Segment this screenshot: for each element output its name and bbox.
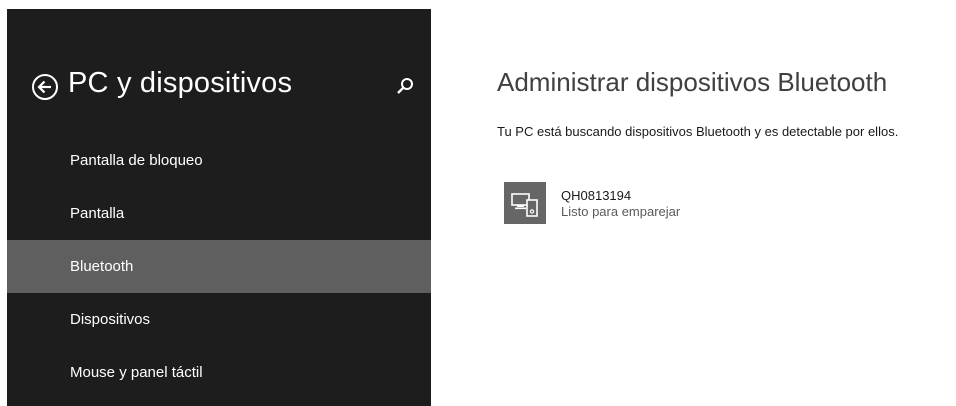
- page-title: Administrar dispositivos Bluetooth: [497, 67, 888, 97]
- back-arrow-circle-icon: [32, 74, 58, 100]
- sidebar-item-mouse-y-panel-tactil[interactable]: Mouse y panel táctil: [7, 346, 431, 399]
- search-button[interactable]: [393, 75, 417, 99]
- main-content: Administrar dispositivos Bluetooth Tu PC…: [497, 0, 956, 406]
- device-text: QH0813194 Listo para emparejar: [561, 182, 680, 220]
- discovery-status-text: Tu PC está buscando dispositivos Bluetoo…: [497, 124, 899, 139]
- device-status: Listo para emparejar: [561, 204, 681, 219]
- sidebar-item-pantalla-de-bloqueo[interactable]: Pantalla de bloqueo: [7, 134, 431, 187]
- device-tile: [504, 182, 546, 224]
- sidebar-item-dispositivos[interactable]: Dispositivos: [7, 293, 431, 346]
- sidebar-title: PC y dispositivos: [68, 67, 293, 99]
- device-name: QH0813194: [561, 188, 632, 203]
- search-icon: [397, 78, 413, 94]
- sidebar-item-pantalla[interactable]: Pantalla: [7, 187, 431, 240]
- computer-and-phone-icon: [511, 193, 538, 217]
- device-list-item[interactable]: QH0813194 Listo para emparejar: [504, 182, 680, 224]
- sidebar-nav: Pantalla de bloqueo Pantalla Bluetooth D…: [7, 134, 431, 399]
- sidebar-item-bluetooth[interactable]: Bluetooth: [7, 240, 431, 293]
- back-button[interactable]: [31, 73, 59, 101]
- settings-window: PC y dispositivos Pantalla de bloqueo Pa…: [0, 0, 956, 406]
- sidebar: PC y dispositivos Pantalla de bloqueo Pa…: [7, 9, 431, 406]
